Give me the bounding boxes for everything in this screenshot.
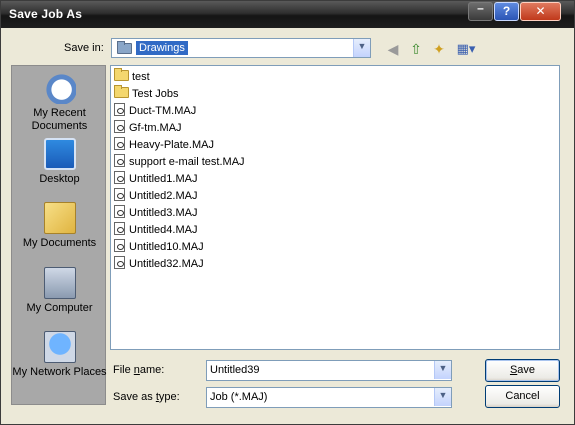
title-bar[interactable]: Save Job As – ? ✕ xyxy=(1,1,574,28)
file-item[interactable]: Untitled32.MAJ xyxy=(114,256,204,272)
place-label: Desktop xyxy=(39,173,80,185)
item-label: Untitled32.MAJ xyxy=(129,258,204,270)
item-label: Gf-tm.MAJ xyxy=(129,122,182,134)
file-list[interactable]: test Test Jobs Duct-TM.MAJ Gf-tm.MAJ Heavy-P… xyxy=(110,65,560,350)
cancel-button[interactable]: Cancel xyxy=(485,385,560,408)
file-item[interactable]: support e-mail test.MAJ xyxy=(114,154,245,170)
save-in-dropdown-button[interactable]: ▼ xyxy=(353,39,370,57)
document-icon xyxy=(114,120,125,133)
save-as-type-value: Job (*.MAJ) xyxy=(210,391,268,403)
item-label: Test Jobs xyxy=(132,88,179,100)
save-in-label: Save in: xyxy=(64,42,104,54)
window-title: Save Job As xyxy=(9,7,83,21)
recent-documents-icon xyxy=(43,72,76,104)
item-label: Untitled4.MAJ xyxy=(129,224,198,236)
views-menu-icon[interactable]: ▦▾ xyxy=(453,39,479,59)
item-label: Untitled10.MAJ xyxy=(129,241,204,253)
folder-item[interactable]: test xyxy=(114,68,150,85)
place-label: My Computer xyxy=(26,302,93,314)
item-label: test xyxy=(132,71,150,83)
file-item[interactable]: Untitled1.MAJ xyxy=(114,171,197,187)
file-name-dropdown-button[interactable]: ▼ xyxy=(434,361,451,379)
item-label: Duct-TM.MAJ xyxy=(129,105,197,117)
item-label: Heavy-Plate.MAJ xyxy=(129,139,214,151)
folder-item[interactable]: Test Jobs xyxy=(114,85,179,102)
up-folder-icon[interactable]: ⇧ xyxy=(406,39,426,59)
save-job-as-dialog: Save Job As – ? ✕ Save in: Drawings ▼ ◀ … xyxy=(0,0,575,425)
places-bar: My Recent Documents Desktop My Documents… xyxy=(11,65,107,405)
minimize-icon: – xyxy=(477,1,484,15)
save-in-dropdown[interactable]: Drawings ▼ xyxy=(111,38,371,58)
folder-icon xyxy=(114,85,129,98)
document-icon xyxy=(114,256,125,269)
document-icon xyxy=(114,154,125,167)
back-arrow-icon[interactable]: ◀ xyxy=(383,39,403,59)
document-icon xyxy=(114,137,125,150)
close-button[interactable]: ✕ xyxy=(520,2,561,21)
document-icon xyxy=(114,222,125,235)
network-places-icon xyxy=(43,331,76,363)
minimize-button[interactable]: – xyxy=(468,1,493,21)
document-icon xyxy=(114,239,125,252)
document-icon xyxy=(114,171,125,184)
save-as-type-dropdown[interactable]: Job (*.MAJ) ▼ xyxy=(206,387,452,408)
save-button[interactable]: Save xyxy=(485,359,560,382)
help-button[interactable]: ? xyxy=(494,2,519,21)
close-icon: ✕ xyxy=(535,4,546,18)
place-label: My Recent Documents xyxy=(31,107,88,132)
my-computer-icon xyxy=(43,267,76,299)
document-icon xyxy=(114,103,125,116)
file-item[interactable]: Untitled3.MAJ xyxy=(114,205,197,221)
place-my-documents[interactable]: My Documents xyxy=(12,202,107,250)
place-my-network-places[interactable]: My Network Places xyxy=(12,331,107,379)
save-in-value: Drawings xyxy=(136,41,188,55)
item-label: Untitled1.MAJ xyxy=(129,173,198,185)
place-my-recent-documents[interactable]: My Recent Documents xyxy=(12,72,107,133)
document-icon xyxy=(114,205,125,218)
folder-icon xyxy=(114,68,129,81)
file-item[interactable]: Duct-TM.MAJ xyxy=(114,103,196,119)
chevron-down-icon: ▼ xyxy=(438,363,448,373)
desktop-icon xyxy=(43,138,76,170)
file-item[interactable]: Untitled4.MAJ xyxy=(114,222,197,238)
file-name-label: File name: xyxy=(113,364,165,376)
chevron-down-icon: ▼ xyxy=(438,390,448,400)
folder-icon xyxy=(117,41,132,54)
my-documents-icon xyxy=(43,202,76,234)
file-item[interactable]: Untitled10.MAJ xyxy=(114,239,204,255)
item-label: support e-mail test.MAJ xyxy=(129,156,245,168)
place-desktop[interactable]: Desktop xyxy=(12,138,107,186)
file-item[interactable]: Untitled2.MAJ xyxy=(114,188,197,204)
place-label: My Network Places xyxy=(12,366,107,378)
file-name-input[interactable]: Untitled39 ▼ xyxy=(206,360,452,381)
item-label: Untitled3.MAJ xyxy=(129,207,198,219)
file-name-value[interactable]: Untitled39 xyxy=(210,364,260,376)
item-label: Untitled2.MAJ xyxy=(129,190,198,202)
save-as-type-label: Save as type: xyxy=(113,391,180,403)
help-icon: ? xyxy=(502,4,511,18)
file-item[interactable]: Gf-tm.MAJ xyxy=(114,120,182,136)
place-label: My Documents xyxy=(22,237,97,249)
new-folder-icon[interactable]: ✦ xyxy=(429,39,449,59)
document-icon xyxy=(114,188,125,201)
save-as-type-dropdown-button[interactable]: ▼ xyxy=(434,388,451,406)
chevron-down-icon: ▼ xyxy=(357,41,367,51)
place-my-computer[interactable]: My Computer xyxy=(12,267,107,315)
file-item[interactable]: Heavy-Plate.MAJ xyxy=(114,137,214,153)
